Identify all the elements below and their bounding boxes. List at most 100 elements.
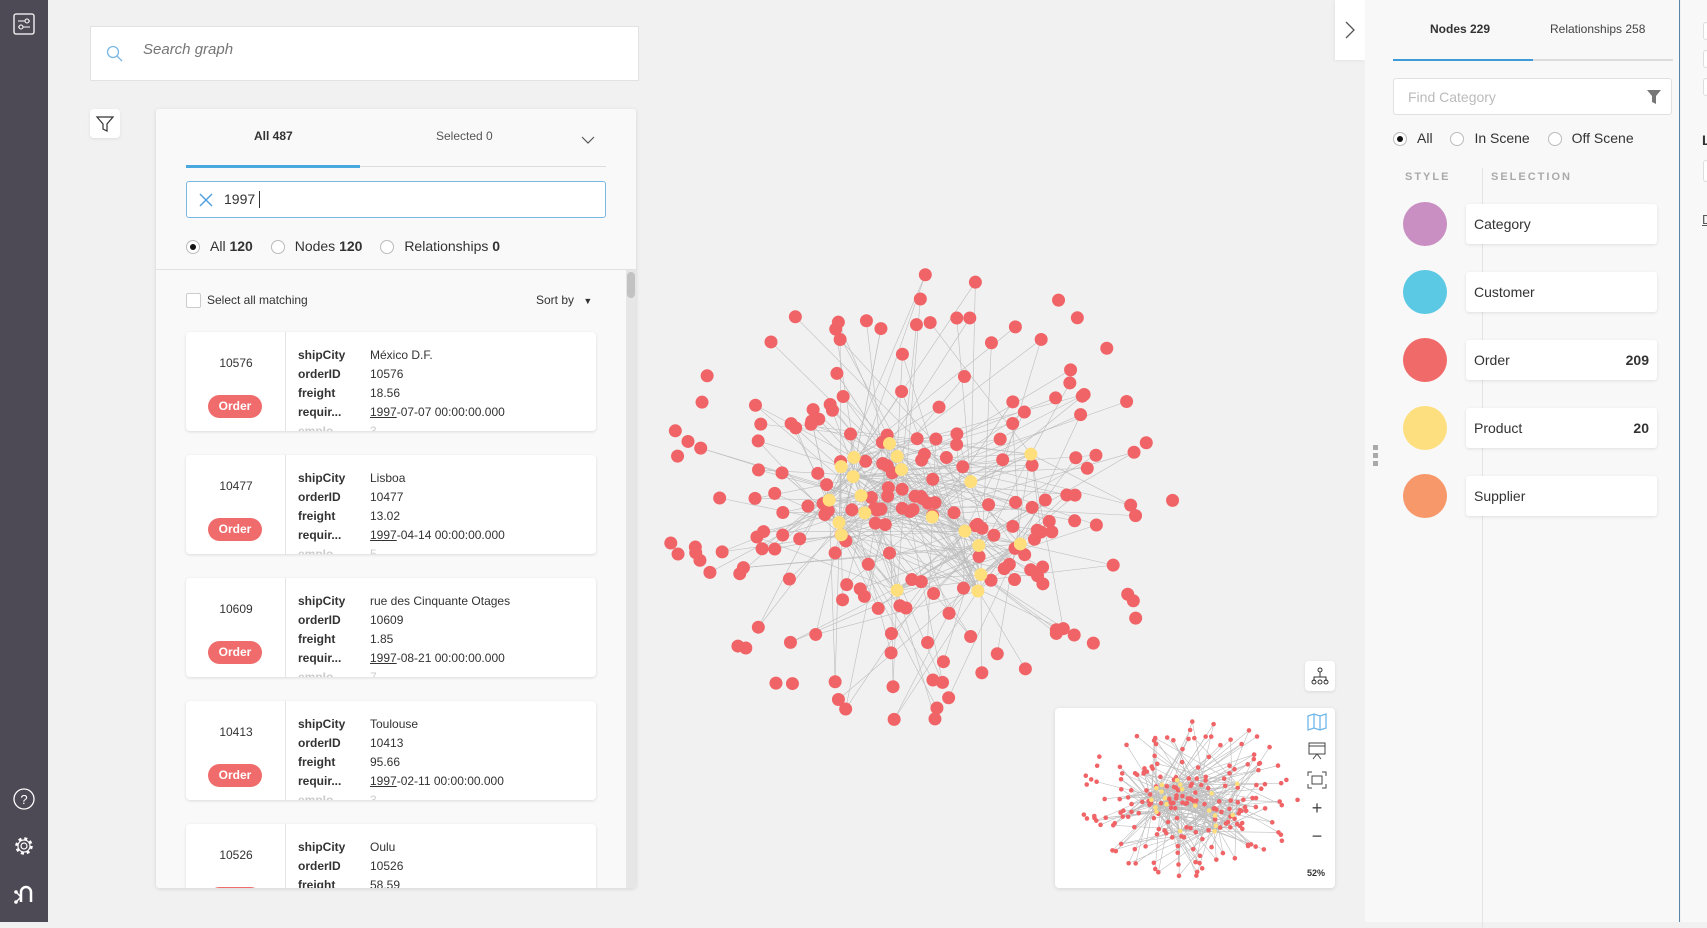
find-category-input[interactable]	[1408, 89, 1628, 105]
category-color-swatch[interactable]	[1403, 270, 1447, 314]
minimap-order-node	[1121, 808, 1126, 813]
category-badge: Order	[208, 641, 262, 664]
minimap-product-node	[1193, 803, 1198, 808]
graph-order-node	[994, 433, 1007, 446]
minimap-order-node	[1156, 870, 1161, 875]
category-color-swatch[interactable]	[1403, 338, 1447, 382]
result-card[interactable]: 10413 Order shipCityToulouse orderID1041…	[186, 701, 596, 800]
minimap-order-node	[1200, 837, 1205, 842]
tab-nodes[interactable]: Nodes 229	[1430, 22, 1490, 36]
category-badge: Order	[208, 518, 262, 541]
category-selection[interactable]: Customer	[1466, 272, 1657, 312]
scene-filter-off-scene[interactable]: Off Scene	[1548, 130, 1634, 146]
query-input[interactable]: 1997	[186, 181, 606, 218]
minimap-order-node	[1173, 806, 1178, 811]
scene-filter-all[interactable]: All	[1393, 130, 1433, 146]
result-card[interactable]: 10526 Order shipCityOulu orderID10526 fr…	[186, 824, 596, 888]
query-value: 1997	[224, 191, 255, 207]
fit-screen-icon[interactable]	[1306, 771, 1328, 791]
minimap-order-node	[1207, 755, 1212, 760]
scrollbar-thumb[interactable]	[627, 272, 635, 298]
graph-order-node	[982, 498, 995, 511]
filter-nodes[interactable]: Nodes 120	[271, 238, 363, 254]
graph-order-node	[696, 396, 709, 409]
category-row-category[interactable]: Category	[1403, 202, 1663, 247]
minimap-order-node	[1103, 815, 1108, 820]
minimap-order-node	[1152, 738, 1157, 743]
tab-relationships[interactable]: Relationships 258	[1550, 22, 1645, 36]
chevron-down-icon[interactable]	[581, 135, 595, 145]
collapse-panel-button[interactable]	[1335, 0, 1365, 60]
minimap-product-node	[1214, 823, 1219, 828]
gear-icon[interactable]	[12, 834, 36, 858]
results-list: Select all matching Sort by ▼ 10576 Orde…	[156, 270, 636, 888]
minimap-order-node	[1159, 801, 1164, 806]
category-selection[interactable]: Order209	[1466, 340, 1657, 380]
category-selection[interactable]: Supplier	[1466, 476, 1657, 516]
panel-resize-handle[interactable]	[1373, 445, 1378, 467]
result-card[interactable]: 10576 Order shipCityMéxico D.F. orderID1…	[186, 332, 596, 431]
minimap-order-node	[1177, 874, 1182, 879]
category-color-swatch[interactable]	[1403, 202, 1447, 246]
minimap-order-node	[1256, 768, 1261, 773]
minimap-order-node	[1219, 810, 1224, 815]
minimap-order-node	[1238, 808, 1243, 813]
zoom-out-icon[interactable]: −	[1306, 826, 1328, 846]
category-selection[interactable]: Category	[1466, 204, 1657, 244]
minimap-order-node	[1279, 781, 1284, 786]
category-row-product[interactable]: Product20	[1403, 406, 1663, 451]
graph-canvas[interactable]	[650, 250, 1190, 740]
graph-order-node	[754, 418, 767, 431]
minimap-order-node	[1175, 850, 1180, 855]
minimap[interactable]: + − 52%	[1055, 708, 1335, 888]
minimap-product-node	[1160, 783, 1165, 788]
graph-order-node	[882, 481, 895, 494]
graph-order-node	[1063, 376, 1076, 389]
graph-order-node	[963, 311, 976, 324]
graph-order-node	[927, 587, 940, 600]
graph-order-node	[739, 641, 752, 654]
clear-icon[interactable]	[198, 192, 214, 208]
scrollbar[interactable]	[626, 270, 636, 888]
tab-selected[interactable]: Selected 0	[436, 129, 493, 143]
category-row-supplier[interactable]: Supplier	[1403, 474, 1663, 519]
category-color-swatch[interactable]	[1403, 406, 1447, 450]
graph-order-node	[837, 390, 850, 403]
sliders-icon[interactable]	[12, 12, 36, 36]
category-selection[interactable]: Product20	[1466, 408, 1657, 448]
scene-filter-in-scene[interactable]: In Scene	[1450, 130, 1529, 146]
cut-link[interactable]: D	[1702, 212, 1707, 227]
graph-order-node	[948, 506, 961, 519]
filter-relationships[interactable]: Relationships 0	[380, 238, 500, 254]
presentation-icon[interactable]	[1306, 742, 1328, 762]
minimap-order-node	[1227, 771, 1232, 776]
hierarchy-layout-button[interactable]	[1305, 661, 1335, 691]
tab-all[interactable]: All 487	[254, 129, 293, 143]
filter-icon[interactable]	[1647, 90, 1661, 104]
result-card[interactable]: 10477 Order shipCityLisboa orderID10477 …	[186, 455, 596, 554]
minimap-order-node	[1098, 823, 1103, 828]
minimap-order-node	[1083, 773, 1088, 778]
result-card[interactable]: 10609 Order shipCityrue des Cinquante Ot…	[186, 578, 596, 677]
map-icon[interactable]	[1306, 713, 1328, 733]
find-category-field[interactable]	[1393, 78, 1672, 115]
graph-order-node	[776, 466, 789, 479]
sort-by-dropdown[interactable]: Sort by ▼	[536, 293, 592, 307]
help-icon[interactable]: ?	[12, 787, 36, 811]
minimap-product-node	[1212, 829, 1217, 834]
minimap-order-node	[1179, 834, 1184, 839]
minimap-order-node	[1222, 776, 1227, 781]
logo-icon[interactable]	[12, 882, 36, 906]
filter-button[interactable]	[90, 109, 120, 138]
category-color-swatch[interactable]	[1403, 474, 1447, 518]
category-row-order[interactable]: Order209	[1403, 338, 1663, 383]
graph-order-node	[926, 674, 939, 687]
zoom-in-icon[interactable]: +	[1306, 798, 1328, 818]
category-row-customer[interactable]: Customer	[1403, 270, 1663, 315]
select-all-checkbox[interactable]: Select all matching	[186, 293, 308, 308]
filter-all[interactable]: All 120	[186, 238, 253, 254]
graph-order-node	[713, 491, 726, 504]
search-input[interactable]	[143, 41, 593, 58]
minimap-order-node	[1197, 861, 1202, 866]
minimap-order-node	[1218, 743, 1223, 748]
